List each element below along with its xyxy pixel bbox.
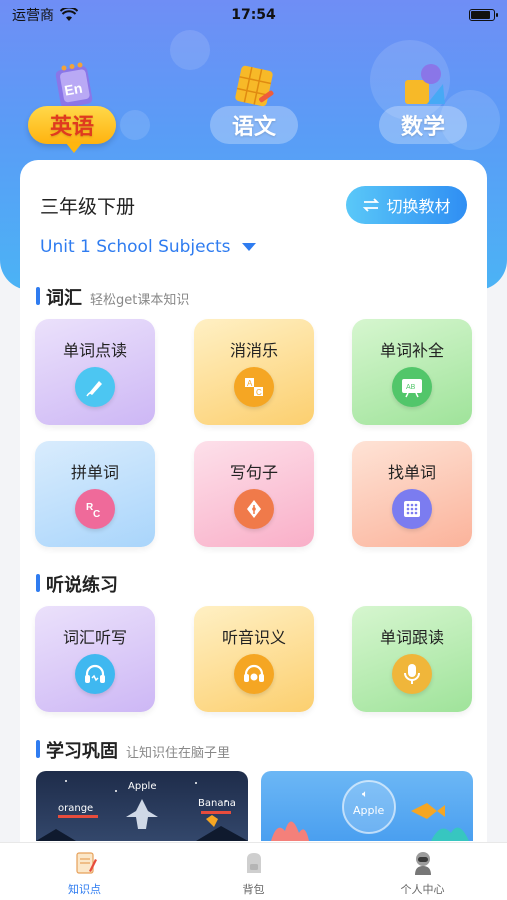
section-subtitle: 轻松get课本知识 xyxy=(90,293,190,308)
grade-title: 三年级下册 xyxy=(40,196,136,218)
tile-label: 听音识义 xyxy=(221,628,286,647)
tile-label: 单词补全 xyxy=(379,341,444,360)
letter-grid-icon xyxy=(392,489,432,529)
notebook-icon xyxy=(75,852,97,874)
tile-word-read[interactable]: 单词点读 xyxy=(35,319,155,425)
chalkboard-icon: AB xyxy=(392,367,432,407)
abc-blocks-icon: AC xyxy=(234,367,274,407)
tile-find-word[interactable]: 找单词 xyxy=(352,441,472,547)
tile-label: 找单词 xyxy=(387,463,436,482)
status-bar: 运营商 17:54 xyxy=(0,0,507,30)
backpack-icon xyxy=(246,853,261,873)
switch-textbook-label: 切换教材 xyxy=(386,197,451,216)
astronaut-icon xyxy=(414,852,431,875)
tab-profile[interactable]: 个人中心 xyxy=(338,843,507,900)
svg-text:En: En xyxy=(63,80,83,99)
caret-down-icon xyxy=(242,243,257,251)
tile-label: 单词跟读 xyxy=(379,628,444,647)
tile-label: 词汇听写 xyxy=(62,628,127,647)
tile-write-sentence[interactable]: 写句子 xyxy=(194,441,314,547)
tile-label: 单词点读 xyxy=(62,341,127,360)
tile-dictation[interactable]: 词汇听写 xyxy=(35,606,155,712)
tile-match-game[interactable]: 消消乐 AC xyxy=(194,319,314,425)
headphones-icon xyxy=(75,654,115,694)
subject-tab-english[interactable]: En 英语 xyxy=(22,62,122,153)
chinese-grid-icon xyxy=(235,65,274,107)
tile-spell-word[interactable]: 拼单词 RC xyxy=(35,441,155,547)
swap-arrows-icon xyxy=(363,198,380,212)
section-marker xyxy=(36,740,40,758)
section-title: 听说练习 xyxy=(46,575,118,596)
svg-text:AB: AB xyxy=(406,384,416,391)
banana-label: Banana xyxy=(198,798,236,809)
battery-icon xyxy=(469,9,498,21)
banner-ocean-listen[interactable]: 🔈︎ Apple xyxy=(261,771,473,841)
section-title: 词汇 xyxy=(46,288,82,309)
tab-label: 知识点 xyxy=(68,883,101,896)
unit-selector[interactable]: Unit 1 School Subjects xyxy=(40,237,257,257)
letters-icon: RC xyxy=(75,489,115,529)
section-listening-header: 听说练习 xyxy=(36,571,118,597)
subject-label: 语文 xyxy=(210,106,298,144)
tab-label: 个人中心 xyxy=(400,883,445,896)
pen-touch-icon xyxy=(75,367,115,407)
headphones-face-icon xyxy=(234,654,274,694)
bottom-tab-bar: 知识点 背包 个人中心 xyxy=(0,842,507,900)
tile-follow-read[interactable]: 单词跟读 xyxy=(352,606,472,712)
math-shapes-icon xyxy=(405,64,445,104)
english-book-icon: En xyxy=(55,62,93,108)
tab-label: 背包 xyxy=(242,883,265,896)
wifi-icon xyxy=(60,8,78,21)
tab-knowledge[interactable]: 知识点 xyxy=(0,843,169,900)
clock: 17:54 xyxy=(231,7,276,23)
svg-text:A: A xyxy=(247,379,253,388)
section-review-header: 学习巩固 让知识住在脑子里 xyxy=(36,737,230,763)
orange-label: orange xyxy=(58,803,94,814)
unit-label: Unit 1 School Subjects xyxy=(40,237,231,257)
microphone-icon xyxy=(392,654,432,694)
svg-text:C: C xyxy=(93,509,100,520)
tile-label: 消消乐 xyxy=(229,341,278,360)
banner-word-shooter[interactable]: Apple orange Banana xyxy=(36,771,248,841)
tab-backpack[interactable]: 背包 xyxy=(169,843,338,900)
tile-listen-meaning[interactable]: 听音识义 xyxy=(194,606,314,712)
section-title: 学习巩固 xyxy=(46,741,118,762)
apple-label: Apple xyxy=(128,781,157,792)
section-subtitle: 让知识住在脑子里 xyxy=(126,746,231,761)
subject-label: 英语 xyxy=(28,106,116,153)
svg-text:C: C xyxy=(256,388,262,397)
section-vocab-header: 词汇 轻松get课本知识 xyxy=(36,284,189,310)
apple-label: Apple xyxy=(353,804,385,817)
carrier-label: 运营商 xyxy=(12,8,54,24)
section-marker xyxy=(36,574,40,592)
tile-label: 拼单词 xyxy=(70,463,119,482)
fountain-pen-icon xyxy=(234,489,274,529)
tile-word-complete[interactable]: 单词补全 AB xyxy=(352,319,472,425)
subject-tab-chinese[interactable]: 语文 xyxy=(204,62,304,152)
section-marker xyxy=(36,287,40,305)
subject-label: 数学 xyxy=(379,106,467,144)
tile-label: 写句子 xyxy=(229,463,278,482)
switch-textbook-button[interactable]: 切换教材 xyxy=(346,186,467,224)
subject-tab-math[interactable]: 数学 xyxy=(373,62,473,152)
speaker-icon: 🔈︎ xyxy=(362,789,368,800)
